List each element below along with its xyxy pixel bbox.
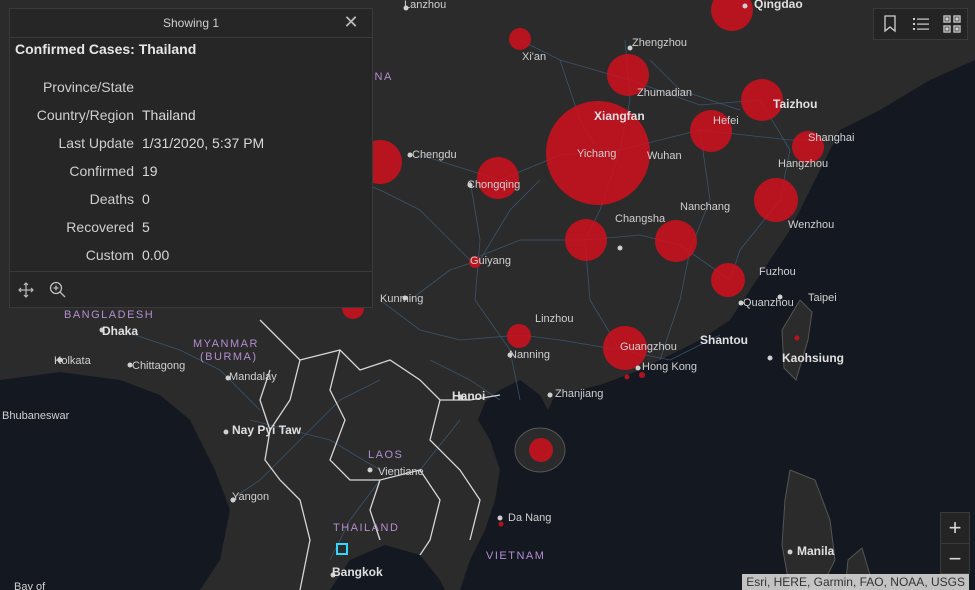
label-kunming: Kunming: [380, 293, 423, 305]
bubble-hunan[interactable]: [565, 219, 607, 261]
label-thailand: THAILAND: [333, 522, 399, 534]
label-guiyang: Guiyang: [470, 255, 511, 267]
label-fuzhou: Fuzhou: [759, 266, 796, 278]
field-label: Confirmed: [69, 163, 134, 179]
bubble-zhejiang[interactable]: [754, 178, 798, 222]
field-label: Deaths: [89, 191, 134, 207]
map-toolbar: [873, 8, 968, 40]
field-value: 19: [142, 163, 158, 179]
field-value: Thailand: [142, 107, 196, 123]
bookmark-icon[interactable]: [879, 13, 901, 35]
popup-header-label: Showing 1: [162, 16, 220, 30]
label-bay-of: Bay of: [14, 581, 46, 590]
label-bhubaneswar: Bhubaneswar: [2, 410, 70, 422]
label-kaohsiung: Kaohsiung: [782, 351, 844, 365]
label-chittagong: Chittagong: [132, 360, 185, 372]
label-vientiane: Vientiane: [378, 466, 424, 478]
label-wuhan: Wuhan: [647, 150, 682, 162]
label-kolkata: Kolkata: [54, 355, 92, 367]
list-icon[interactable]: [910, 13, 932, 35]
field-row: Province/State: [10, 73, 372, 101]
label-bangkok: Bangkok: [332, 565, 383, 579]
label-danang: Da Nang: [508, 512, 551, 524]
close-icon[interactable]: ✕: [342, 13, 360, 31]
label-hangzhou: Hangzhou: [778, 158, 828, 170]
zoom-controls: + −: [940, 512, 970, 574]
field-label: Recovered: [66, 219, 134, 235]
label-yangon: Yangon: [232, 491, 269, 503]
map-attribution[interactable]: Esri, HERE, Garmin, FAO, NOAA, USGS: [742, 574, 969, 590]
label-shantou: Shantou: [700, 333, 748, 347]
label-xian: Xi'an: [522, 51, 546, 63]
field-value: 1/31/2020, 5:37 PM: [142, 135, 265, 151]
label-yichang: Yichang: [577, 148, 616, 160]
qr-code-icon[interactable]: [941, 13, 963, 35]
label-bangladesh: BANGLADESH: [64, 309, 154, 321]
label-taizhou: Taizhou: [773, 97, 817, 111]
field-label: Custom: [85, 247, 134, 263]
label-quanzhou: Quanzhou: [743, 297, 794, 309]
zoom-in-button[interactable]: +: [941, 513, 969, 543]
bubble-hainan[interactable]: [529, 438, 553, 462]
label-nanning: Nanning: [509, 349, 550, 361]
popup-fields: Province/State Country/Region Thailand L…: [10, 73, 372, 269]
label-vietnam: VIETNAM: [486, 550, 545, 562]
bubble-fujian[interactable]: [711, 263, 745, 297]
field-value: 5: [142, 219, 150, 235]
label-dhaka: Dhaka: [102, 324, 138, 338]
label-chongqing: Chongqing: [467, 179, 520, 191]
feature-popup: Showing 1 ✕ Confirmed Cases: Thailand Pr…: [9, 8, 373, 308]
bubble-macau[interactable]: [624, 374, 630, 380]
label-taipei: Taipei: [808, 292, 837, 304]
field-label: Country/Region: [36, 107, 134, 123]
bubble-guangxi[interactable]: [507, 324, 531, 348]
label-qingdao: Qingdao: [754, 0, 803, 11]
label-myanmar: MYANMAR: [193, 338, 259, 350]
field-row: Deaths 0: [10, 185, 372, 213]
label-linzhou: Linzhou: [535, 313, 574, 325]
label-zhumadian: Zhumadian: [637, 87, 692, 99]
label-manila: Manila: [797, 544, 835, 558]
field-row: Custom 0.00: [10, 241, 372, 269]
bubble-chongqing[interactable]: [477, 157, 519, 199]
label-zhanjiang: Zhanjiang: [555, 388, 603, 400]
zoom-out-button[interactable]: −: [941, 543, 969, 574]
label-hefei: Hefei: [713, 115, 739, 127]
field-label: Last Update: [58, 135, 135, 151]
label-mandalay: Mandalay: [229, 371, 277, 383]
label-wenzhou: Wenzhou: [788, 219, 834, 231]
field-row: Confirmed 19: [10, 157, 372, 185]
field-label: Province/State: [42, 79, 134, 95]
label-laos: LAOS: [368, 449, 403, 461]
field-value: 0.00: [142, 247, 170, 263]
label-hanoi: Hanoi: [452, 389, 485, 403]
label-shanghai: Shanghai: [808, 132, 855, 144]
bubble-vietnam[interactable]: [498, 521, 504, 527]
label-chengdu: Chengdu: [412, 149, 457, 161]
label-naypyitaw: Nay Pyi Taw: [232, 423, 302, 437]
label-nanchang: Nanchang: [680, 201, 730, 213]
label-hongkong: Hong Kong: [642, 361, 697, 373]
popup-title: Confirmed Cases: Thailand: [15, 41, 197, 57]
bubble-jiangxi[interactable]: [655, 220, 697, 262]
label-burma: (BURMA): [200, 351, 258, 363]
field-row: Country/Region Thailand: [10, 101, 372, 129]
bubble-taiwan[interactable]: [794, 335, 800, 341]
zoom-to-icon[interactable]: [48, 280, 68, 300]
field-row: Last Update 1/31/2020, 5:37 PM: [10, 129, 372, 157]
label-changsha: Changsha: [615, 213, 666, 225]
popup-header: Showing 1 ✕: [10, 9, 372, 38]
label-china: INA: [370, 71, 393, 83]
field-value: 0: [142, 191, 150, 207]
field-row: Recovered 5: [10, 213, 372, 241]
pan-to-icon[interactable]: [16, 280, 36, 300]
label-lanzhou: Lanzhou: [404, 0, 446, 11]
bubble-shaanxi[interactable]: [509, 28, 531, 50]
label-zhengzhou: Zhengzhou: [632, 37, 687, 49]
popup-footer: [10, 271, 372, 307]
label-guangzhou: Guangzhou: [620, 341, 677, 353]
label-xiangfan: Xiangfan: [594, 109, 645, 123]
